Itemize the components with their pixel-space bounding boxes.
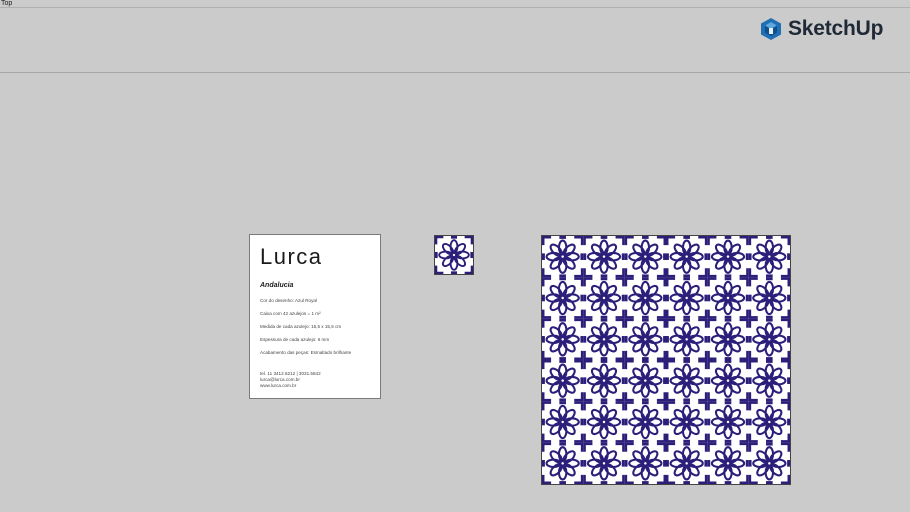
tile-motif: [583, 360, 625, 402]
contact-website: www.lurca.com.br: [260, 383, 297, 388]
tile-motif: [542, 360, 584, 402]
sketchup-logo-icon: [760, 17, 782, 41]
tile-motif: [624, 318, 666, 360]
tile-motif: [583, 442, 625, 484]
tile-motif: [583, 401, 625, 443]
tile-motif: [707, 401, 749, 443]
spec-size: Medida de cada azulejo: 15,5 x 15,5 cm: [260, 324, 342, 329]
viewport-top-border: [0, 7, 910, 8]
tile-motif: [542, 277, 584, 319]
tile-motif: [583, 318, 625, 360]
tile-motif: [707, 277, 749, 319]
spec-color: Cor do desenho: Azul Royal: [260, 298, 317, 303]
tile-motif: [666, 236, 708, 278]
tile-motif: [707, 442, 749, 484]
tile-motif: [666, 442, 708, 484]
tile-motif: [583, 277, 625, 319]
tile-motif: [542, 442, 584, 484]
tile-grid[interactable]: [541, 235, 791, 485]
spec-thickness: Espessura de cada azulejo: 6 mm: [260, 337, 330, 342]
tile-motif: [666, 360, 708, 402]
tile-motif: [624, 401, 666, 443]
sketchup-logo-text: SketchUp: [788, 17, 884, 40]
tile-motif: [542, 236, 584, 278]
tile-motif: [748, 401, 790, 443]
tile-motif: [748, 236, 790, 278]
tile-motif: [707, 318, 749, 360]
tile-motif: [748, 442, 790, 484]
product-name: Andalucia: [260, 282, 294, 289]
tile-motif: [666, 277, 708, 319]
tile-motif: [435, 236, 473, 274]
single-tile[interactable]: [434, 235, 474, 275]
tile-motif: [707, 236, 749, 278]
contact-block: tel. 11 3412.6212 | 3031.5842 lurca@lurc…: [260, 371, 321, 389]
tile-motif: [748, 360, 790, 402]
product-card[interactable]: Lurca Andalucia Cor do desenho: Azul Roy…: [249, 234, 381, 399]
tile-motif: [583, 236, 625, 278]
brand-logo-text: Lurca: [260, 244, 323, 269]
tile-motif: [624, 236, 666, 278]
tile-motif: [748, 318, 790, 360]
tile-motif: [666, 401, 708, 443]
tile-grid-pattern: [542, 236, 790, 484]
tile-motif: [542, 318, 584, 360]
tile-pattern-icon: [435, 236, 473, 274]
horizon-line: [0, 72, 910, 73]
tile-motif: [666, 318, 708, 360]
tile-motif: [707, 360, 749, 402]
tile-motif: [624, 442, 666, 484]
tile-motif: [624, 277, 666, 319]
spec-finish: Acabamento das peças: Esmaltado brilhant…: [260, 350, 352, 355]
tile-motif: [542, 401, 584, 443]
tile-motif: [748, 277, 790, 319]
spec-box: Caixa com 42 azulejos = 1 m²: [260, 311, 321, 316]
tile-motif: [624, 360, 666, 402]
sketchup-logo: SketchUp: [760, 16, 883, 42]
